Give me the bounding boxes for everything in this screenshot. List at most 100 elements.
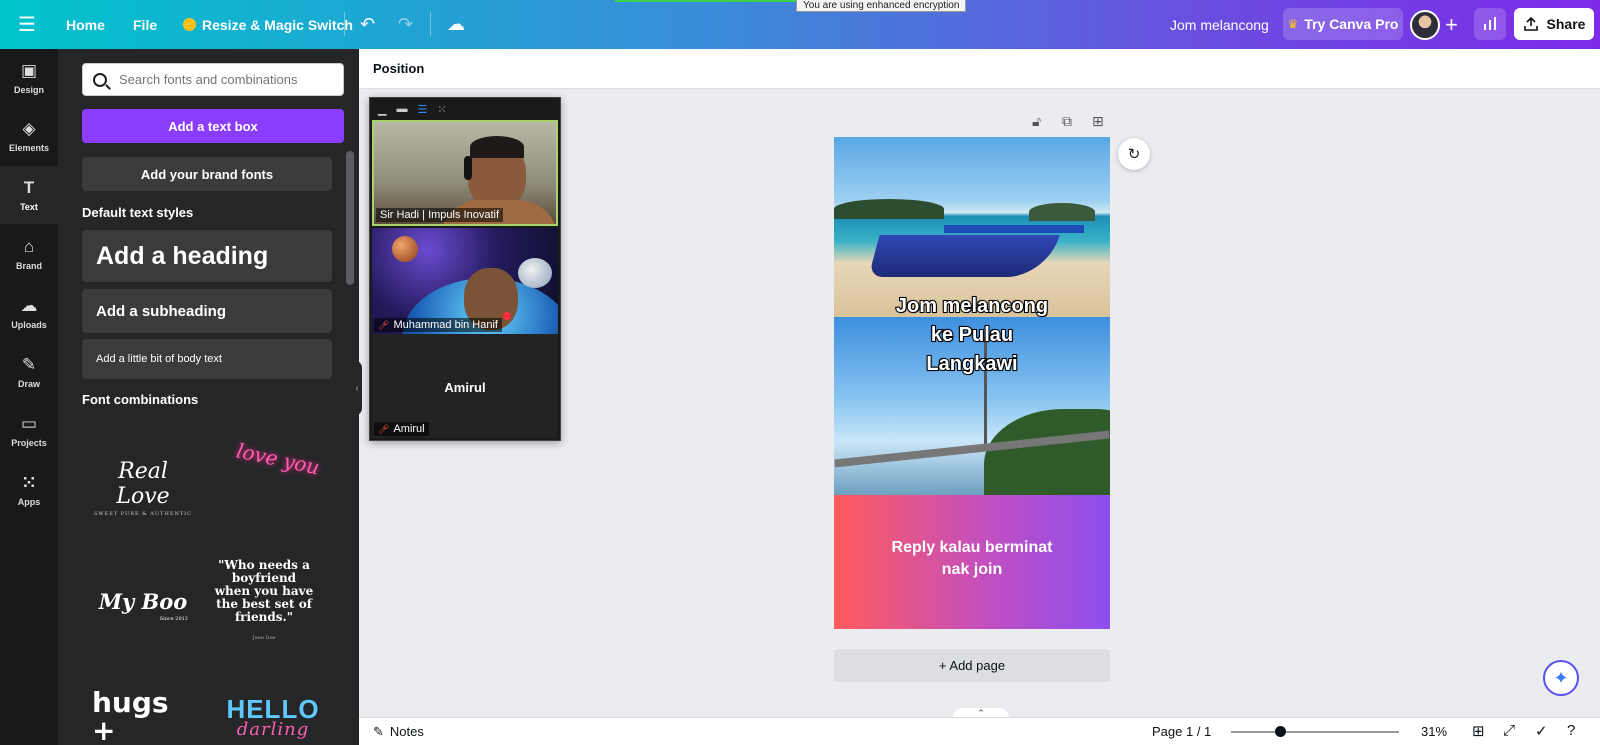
rail-item-design[interactable]: ▣ Design xyxy=(0,49,58,107)
title-line: Langkawi xyxy=(925,352,1018,376)
search-icon xyxy=(93,72,107,87)
search-input[interactable] xyxy=(119,72,329,87)
avatar[interactable] xyxy=(1410,10,1440,40)
try-pro-label: Try Canva Pro xyxy=(1304,16,1399,32)
rail-label: Draw xyxy=(17,379,40,389)
pen-icon: ✎ xyxy=(21,355,37,374)
resize-label: Resize & Magic Switch xyxy=(202,16,353,33)
add-page-button[interactable]: + Add page xyxy=(834,649,1110,682)
rail-item-draw[interactable]: ✎ Draw xyxy=(0,343,58,401)
crown-icon: ♛ xyxy=(1287,17,1299,31)
design-title[interactable]: Jom melancong ke Pulau Langkawi xyxy=(834,292,1110,379)
text-panel: Add a text box Add your brand fonts Defa… xyxy=(58,49,359,745)
lock-icon[interactable]: 🔓︎ xyxy=(1032,113,1041,130)
add-heading-button[interactable]: Add a heading xyxy=(82,230,332,282)
document-title[interactable]: Jom melancong xyxy=(1170,0,1269,49)
moon-shape xyxy=(518,258,552,288)
redo-icon[interactable]: ↷ xyxy=(398,0,413,49)
headset-shape xyxy=(464,156,472,180)
rail-item-brand[interactable]: ⌂ Brand xyxy=(0,225,58,283)
section-title: Default text styles xyxy=(82,205,194,220)
minimize-icon[interactable]: ▁ xyxy=(378,103,386,116)
grid-view-icon[interactable]: ⊞ xyxy=(1472,722,1485,740)
upload-icon: ☁ xyxy=(20,296,38,315)
panel-scrollbar[interactable] xyxy=(346,139,356,739)
participant-tile[interactable]: Sir Hadi | Impuls Inovatif xyxy=(372,120,558,226)
single-view-icon[interactable]: ▬ xyxy=(396,103,407,115)
help-icon[interactable]: ? xyxy=(1567,722,1575,739)
combo-title: Real Love xyxy=(116,459,170,509)
design-page[interactable]: Jom melancong ke Pulau Langkawi Reply ka… xyxy=(834,137,1110,629)
reply-line: Reply kalau berminat xyxy=(891,539,1053,556)
file-menu-button[interactable]: File xyxy=(133,0,157,49)
position-toolbar: Position xyxy=(359,49,1600,89)
position-button[interactable]: Position xyxy=(373,61,424,76)
add-page-icon[interactable]: ⊞ xyxy=(1092,113,1104,130)
rail-label: Projects xyxy=(11,438,47,448)
add-collaborator-icon[interactable]: + xyxy=(1445,0,1458,49)
title-line: Jom melancong xyxy=(895,294,1049,318)
participant-tile[interactable]: Amirul 🎤︎ Amirul xyxy=(372,334,558,438)
zoom-slider-knob[interactable] xyxy=(1275,726,1286,737)
divider xyxy=(430,12,431,36)
duplicate-page-icon[interactable]: ⧉ xyxy=(1062,113,1072,130)
fullscreen-icon[interactable]: ⤢ xyxy=(1503,722,1515,739)
rail-item-apps[interactable]: ⁙ Apps xyxy=(0,461,58,519)
magic-sparkle-icon[interactable]: ✦ xyxy=(1543,660,1579,696)
participant-label: 🎤︎ Muhammad bin Hanif xyxy=(374,318,502,332)
combo-hello-darling[interactable]: HELLO darling xyxy=(218,694,328,740)
video-call-overlay[interactable]: ▁ ▬ ☰ ⁙ Sir Hadi | Impuls Inovatif 🎤︎ Muh… xyxy=(369,97,561,441)
cloud-save-icon[interactable]: ☁ xyxy=(447,0,465,49)
add-brand-fonts-button[interactable]: Add your brand fonts xyxy=(82,157,332,191)
combo-title: My Boo xyxy=(98,589,188,614)
rail-item-uploads[interactable]: ☁ Uploads xyxy=(0,284,58,342)
analytics-button[interactable] xyxy=(1474,8,1506,40)
try-pro-button[interactable]: ♛ Try Canva Pro xyxy=(1283,8,1403,40)
design-reply-text[interactable]: Reply kalau berminat nak join xyxy=(864,537,1080,581)
boat-roof-shape xyxy=(944,225,1084,233)
notes-icon: ✎ xyxy=(373,724,384,739)
menu-icon[interactable]: ☰ xyxy=(18,0,36,49)
collapse-panel-icon[interactable]: ‹ xyxy=(352,360,362,416)
grid-icon: ⁙ xyxy=(21,473,37,492)
combo-my-boo[interactable]: My Boo Since 2012 xyxy=(88,589,198,622)
rail-label: Text xyxy=(20,202,38,212)
beach-boat-photo[interactable] xyxy=(834,137,1110,317)
share-button[interactable]: Share xyxy=(1514,8,1594,40)
undo-icon[interactable]: ↶ xyxy=(360,0,375,49)
divider xyxy=(344,12,345,36)
rail-item-text[interactable]: T Text xyxy=(0,166,58,224)
gallery-view-icon[interactable]: ⁙ xyxy=(437,103,446,116)
font-search[interactable] xyxy=(82,63,344,96)
boat-shape xyxy=(868,235,1060,277)
combo-quote[interactable]: "Who needs a boyfriend when you have the… xyxy=(214,559,314,645)
combo-real-love[interactable]: Real Love SWEET PURE & AUTHENTIC xyxy=(88,459,198,517)
participant-hair xyxy=(470,136,524,158)
add-subheading-button[interactable]: Add a subheading xyxy=(82,289,332,333)
add-body-text-button[interactable]: Add a little bit of body text xyxy=(82,339,332,379)
zoom-slider[interactable] xyxy=(1231,726,1399,737)
combo-subtitle: Since 2012 xyxy=(159,616,188,622)
rail-item-projects[interactable]: ▭ Projects xyxy=(0,402,58,460)
page-indicator[interactable]: Page 1 / 1 xyxy=(1152,724,1211,739)
combo-hugs-kisses[interactable]: hugs + kisses xyxy=(92,689,192,745)
scrollbar-thumb[interactable] xyxy=(346,151,354,285)
combo-love-you[interactable]: love you xyxy=(232,439,324,480)
zoom-value[interactable]: 31% xyxy=(1421,724,1447,739)
reply-line: nak join xyxy=(941,561,1003,578)
resize-button[interactable]: Resize & Magic Switch xyxy=(183,0,353,49)
rail-label: Elements xyxy=(8,143,50,153)
strip-view-icon[interactable]: ☰ xyxy=(417,103,427,116)
rail-item-elements[interactable]: ◈ Elements xyxy=(0,107,58,165)
rail-label: Uploads xyxy=(11,320,47,330)
add-comment-icon[interactable]: ↻ xyxy=(1118,138,1150,170)
add-text-box-button[interactable]: Add a text box xyxy=(82,109,344,143)
check-icon[interactable]: ✓ xyxy=(1535,722,1548,740)
brand-icon: ⌂ xyxy=(23,237,35,256)
recording-dot xyxy=(503,312,511,320)
home-button[interactable]: Home xyxy=(66,0,105,49)
muted-mic-icon: 🎤︎ xyxy=(378,424,390,434)
notes-button[interactable]: ✎ Notes xyxy=(373,724,424,740)
title-line: ke Pulau xyxy=(930,323,1014,347)
participant-tile[interactable]: 🎤︎ Muhammad bin Hanif xyxy=(372,228,558,334)
